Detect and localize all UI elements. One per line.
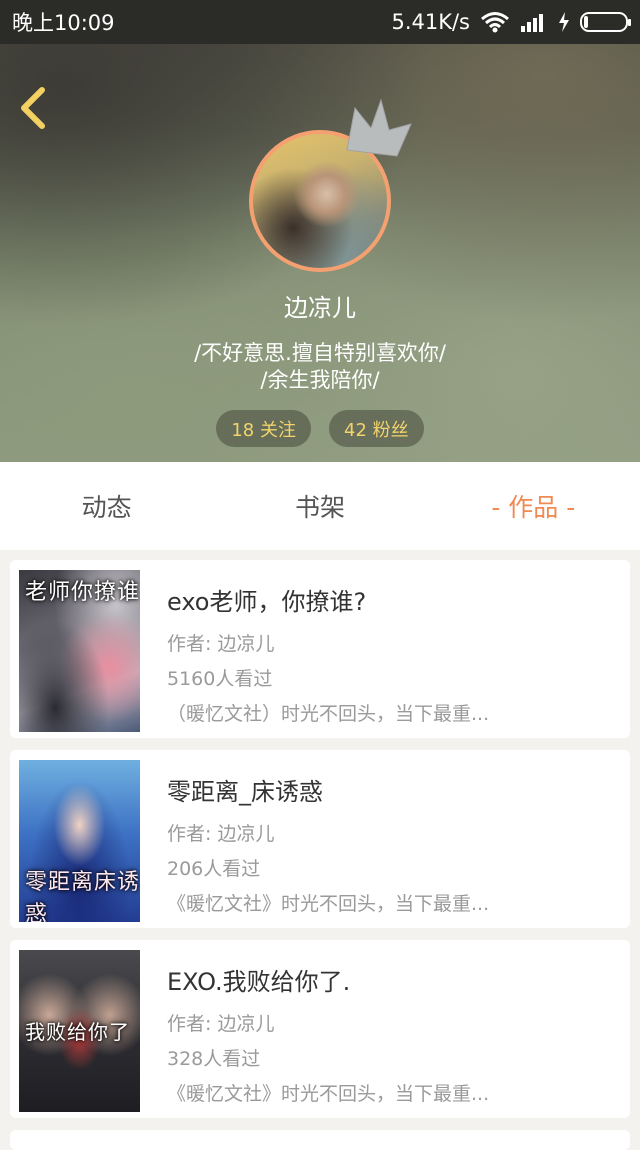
bio-line-2: /余生我陪你/ <box>260 368 380 392</box>
profile-header: 边凉儿 /不好意思.擅自特别喜欢你/ /余生我陪你/ 18 关注 42 粉丝 <box>0 44 640 462</box>
book-cover: 我败给你了 <box>19 950 140 1112</box>
book-cover: 零距离床诱惑 <box>19 760 140 922</box>
book-views: 206人看过 <box>167 858 261 880</box>
book-card-partial[interactable] <box>10 1130 630 1150</box>
book-title: exo老师，你撩谁? <box>167 588 367 616</box>
book-cover: 老师你撩谁 <box>19 570 140 732</box>
avatar-container[interactable] <box>249 98 412 272</box>
book-views: 328人看过 <box>167 1048 261 1070</box>
book-views: 5160人看过 <box>167 668 273 690</box>
cover-title: 我败给你了 <box>25 1020 130 1044</box>
book-info: exo老师，你撩谁? 作者: 边凉儿 5160人看过 （暖忆文社）时光不回头，当… <box>167 582 620 726</box>
book-card[interactable]: 我败给你了 EXO.我败给你了. 作者: 边凉儿 328人看过 《暖忆文社》时光… <box>10 940 630 1118</box>
charging-icon <box>559 12 569 32</box>
profile-tabs: 动态 书架 - 作品 - <box>0 462 640 550</box>
battery-icon <box>580 12 631 32</box>
cover-title: 老师你撩谁 <box>25 580 140 605</box>
book-card[interactable]: 零距离床诱惑 零距离_床诱惑 作者: 边凉儿 206人看过 《暖忆文社》时光不回… <box>10 750 630 928</box>
bio: /不好意思.擅自特别喜欢你/ /余生我陪你/ <box>0 340 640 394</box>
network-speed: 5.41K/s <box>391 10 470 34</box>
followers-button[interactable]: 42 粉丝 <box>329 410 424 447</box>
book-author: 作者: 边凉儿 <box>167 823 275 845</box>
book-info: EXO.我败给你了. 作者: 边凉儿 328人看过 《暖忆文社》时光不回头，当下… <box>167 962 620 1106</box>
book-description: （暖忆文社）时光不回头，当下最重... <box>167 703 490 725</box>
tab-activity[interactable]: 动态 <box>0 488 213 524</box>
signal-icon <box>521 14 543 32</box>
following-button[interactable]: 18 关注 <box>216 410 311 447</box>
crown-icon <box>346 98 412 157</box>
back-button[interactable] <box>14 86 54 130</box>
chevron-left-icon <box>21 87 45 129</box>
cover-title: 零距离床诱惑 <box>25 870 140 922</box>
book-author: 作者: 边凉儿 <box>167 1013 275 1035</box>
book-info: 零距离_床诱惑 作者: 边凉儿 206人看过 《暖忆文社》时光不回头，当下最重.… <box>167 772 620 916</box>
book-title: 零距离_床诱惑 <box>167 778 323 806</box>
book-description: 《暖忆文社》时光不回头，当下最重... <box>167 893 490 915</box>
tab-bookshelf[interactable]: 书架 <box>213 488 426 524</box>
book-card[interactable]: 老师你撩谁 exo老师，你撩谁? 作者: 边凉儿 5160人看过 （暖忆文社）时… <box>10 560 630 738</box>
username: 边凉儿 <box>284 294 356 322</box>
status-icons: 5.41K/s <box>391 10 631 34</box>
stats-row: 18 关注 42 粉丝 <box>0 410 640 447</box>
book-author: 作者: 边凉儿 <box>167 633 275 655</box>
book-description: 《暖忆文社》时光不回头，当下最重... <box>167 1083 490 1105</box>
bio-line-1: /不好意思.擅自特别喜欢你/ <box>194 341 446 365</box>
tab-works[interactable]: - 作品 - <box>427 488 640 524</box>
book-title: EXO.我败给你了. <box>167 968 351 996</box>
status-bar: 晚上10:09 5.41K/s <box>0 0 640 44</box>
wifi-icon <box>481 12 509 33</box>
status-time: 晚上10:09 <box>12 11 115 35</box>
